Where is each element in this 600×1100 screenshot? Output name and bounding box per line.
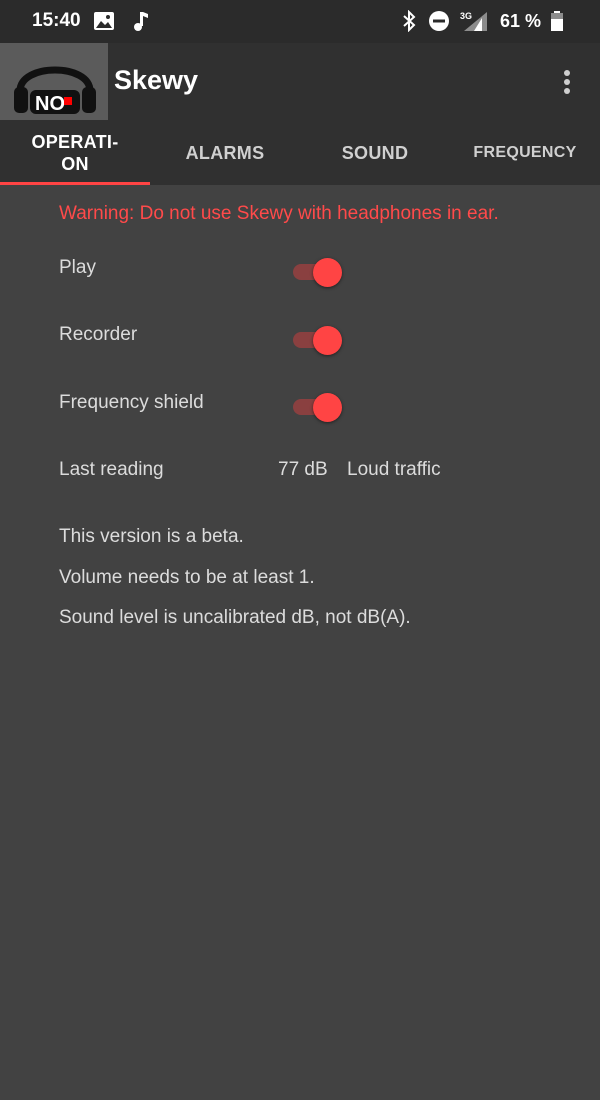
tab-alarms[interactable]: ALARMS: [150, 120, 300, 185]
headphones-logo-icon: NO: [14, 66, 96, 115]
operation-panel: Warning: Do not use Skewy with headphone…: [0, 185, 600, 1100]
app-bar: NO Skewy: [0, 43, 600, 120]
headphones-warning: Warning: Do not use Skewy with headphone…: [59, 203, 499, 224]
play-label: Play: [59, 257, 96, 278]
note-volume: Volume needs to be at least 1.: [59, 567, 315, 588]
bluetooth-icon: [403, 10, 416, 32]
overflow-menu-icon[interactable]: [552, 67, 582, 97]
battery-percent: 61 %: [500, 11, 542, 31]
signal-3g-icon: 3G: [460, 11, 487, 31]
tab-frequency[interactable]: FREQUENCY: [450, 120, 600, 185]
battery-icon: [551, 11, 563, 31]
last-reading-description: Loud traffic: [347, 459, 441, 480]
tab-sound[interactable]: SOUND: [300, 120, 450, 185]
do-not-disturb-icon: [429, 11, 449, 31]
tab-bar: OPERATI- ON ALARMS SOUND FREQUENCY: [0, 120, 600, 185]
note-beta: This version is a beta.: [59, 526, 244, 547]
logo-text: NO: [35, 93, 65, 115]
play-switch[interactable]: [293, 256, 347, 288]
recorder-label: Recorder: [59, 324, 138, 345]
frequency-shield-label: Frequency shield: [59, 392, 204, 413]
music-note-icon: [134, 12, 148, 31]
frequency-shield-switch[interactable]: [293, 391, 347, 423]
last-reading-value: 77 dB: [278, 459, 328, 480]
tab-operation[interactable]: OPERATI- ON: [0, 120, 150, 185]
image-icon: [94, 12, 114, 30]
status-time: 15:40: [32, 10, 81, 31]
app-logo: NO: [0, 43, 108, 120]
network-label: 3G: [460, 11, 472, 21]
note-sound-level: Sound level is uncalibrated dB, not dB(A…: [59, 607, 411, 628]
status-bar: 15:40 3G 61 %: [0, 0, 600, 43]
recorder-switch[interactable]: [293, 324, 347, 356]
last-reading-label: Last reading: [59, 459, 164, 480]
app-title: Skewy: [114, 65, 199, 95]
